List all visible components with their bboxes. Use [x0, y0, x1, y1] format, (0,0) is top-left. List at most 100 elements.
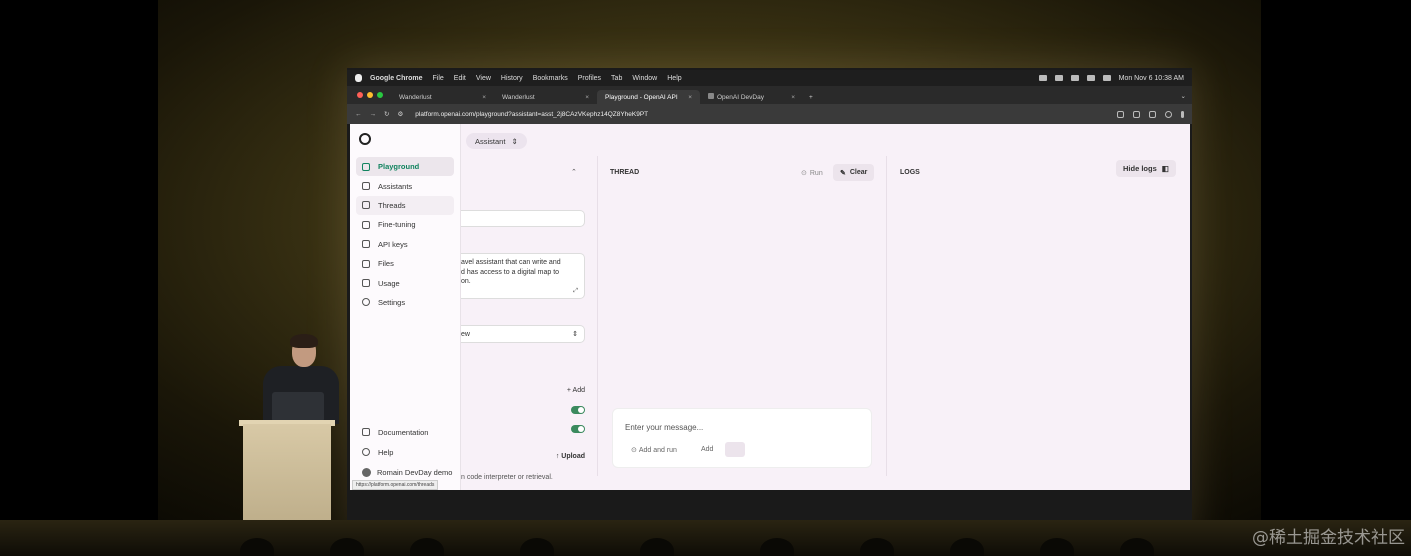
sidebar-item-label: Threads — [378, 200, 406, 210]
sidebar-item-label: Documentation — [378, 427, 429, 437]
sidebar-item-api-keys[interactable]: API keys — [356, 235, 454, 254]
url-field[interactable]: platform.openai.com/playground?assistant… — [415, 111, 648, 118]
audience-head — [640, 538, 674, 556]
apple-icon[interactable] — [355, 74, 362, 82]
add-and-run-button[interactable]: ⊙ Add and run — [631, 446, 677, 454]
menu-history[interactable]: History — [501, 75, 523, 82]
close-window-icon[interactable] — [357, 92, 363, 98]
link-status-url: https://platform.openai.com/threads — [352, 480, 439, 490]
play-icon: ⊙ — [631, 447, 639, 454]
forward-icon[interactable]: → — [370, 111, 377, 118]
menu-edit[interactable]: Edit — [454, 75, 466, 82]
brush-icon: ✎ — [840, 169, 846, 177]
control-center-icon[interactable] — [1102, 75, 1111, 81]
avatar-icon — [362, 467, 371, 477]
tab-close-icon[interactable]: × — [585, 94, 589, 101]
bookmark-star-icon[interactable] — [1133, 110, 1140, 118]
lock-icon — [362, 240, 370, 249]
add-button[interactable]: Add — [701, 446, 713, 453]
wifi-icon[interactable] — [1070, 75, 1079, 81]
tab-close-icon[interactable]: × — [688, 94, 692, 101]
address-bar: ← → ↻ ⚙ platform.openai.com/playground?a… — [347, 104, 1192, 124]
reload-icon[interactable]: ↻ — [384, 110, 389, 118]
sidebar-item-threads[interactable]: Threads — [356, 195, 454, 216]
tab-wanderlust-2[interactable]: Wanderlust × — [494, 90, 597, 104]
braces-icon[interactable] — [1054, 75, 1063, 81]
message-input[interactable]: Enter your message... — [625, 423, 703, 432]
sidebar-item-settings[interactable]: Settings — [356, 293, 454, 312]
clear-button[interactable]: ✎ Clear — [833, 164, 875, 181]
audience-head — [410, 538, 444, 556]
panel-divider — [886, 156, 887, 476]
openai-logo-icon[interactable] — [359, 133, 371, 145]
sidebar-item-label: Usage — [378, 278, 400, 288]
minimize-window-icon[interactable] — [367, 92, 373, 98]
hide-logs-button[interactable]: Hide logs ◧ — [1116, 160, 1176, 177]
sidebar-nav: Playground Assistants Threads Fine-tunin… — [356, 157, 454, 312]
book-icon — [362, 428, 370, 436]
audience-head — [760, 538, 794, 556]
menubar-clock[interactable]: Mon Nov 6 10:38 AM — [1119, 75, 1184, 82]
menu-tab[interactable]: Tab — [611, 75, 622, 82]
tab-wanderlust-1[interactable]: Wanderlust × — [391, 90, 494, 104]
sidepanel-icon[interactable] — [1149, 110, 1156, 118]
site-info-icon[interactable]: ⚙ — [397, 110, 403, 118]
sidebar-item-documentation[interactable]: Documentation — [356, 422, 456, 442]
more-menu-icon[interactable] — [1181, 110, 1184, 118]
expand-icon[interactable]: ⤢ — [573, 288, 578, 295]
zoom-window-icon[interactable] — [377, 92, 383, 98]
assistant-select-chevron-icon[interactable]: ⌃ — [571, 168, 577, 176]
model-select[interactable]: ew ⇕ — [461, 325, 585, 343]
audience-head — [860, 538, 894, 556]
clear-label: Clear — [849, 169, 868, 176]
audience-head — [330, 538, 364, 556]
menu-app[interactable]: Google Chrome — [370, 75, 423, 82]
tool-toggle-1[interactable] — [571, 406, 585, 414]
sidebar-item-playground[interactable]: Playground — [356, 157, 454, 177]
tool-toggle-2[interactable] — [571, 425, 585, 433]
sidebar-item-assistants[interactable]: Assistants — [356, 176, 454, 195]
menu-window[interactable]: Window — [632, 75, 657, 82]
audience-head — [1120, 538, 1154, 556]
search-icon[interactable] — [1086, 75, 1095, 81]
sidebar-item-usage[interactable]: Usage — [356, 273, 454, 292]
tab-close-icon[interactable]: × — [791, 94, 795, 101]
assistant-name-field[interactable] — [461, 210, 585, 227]
tab-close-icon[interactable]: × — [482, 94, 486, 101]
profile-icon[interactable] — [1165, 110, 1172, 118]
sidebar-item-fine-tuning[interactable]: Fine-tuning — [356, 215, 454, 234]
sidebar-item-label: Files — [378, 259, 394, 269]
tab-label: Wanderlust — [502, 93, 535, 101]
menu-bookmarks[interactable]: Bookmarks — [533, 75, 568, 82]
sidebar-item-account[interactable]: Romain DevDay demo — [356, 462, 456, 482]
terminal-icon — [362, 162, 370, 171]
sidebar-item-label: Help — [378, 447, 394, 457]
menu-profiles[interactable]: Profiles — [578, 75, 601, 82]
new-tab-icon[interactable]: + — [803, 94, 819, 104]
menu-view[interactable]: View — [476, 75, 491, 82]
tab-devday[interactable]: OpenAI DevDay × — [700, 90, 803, 104]
cloud-icon[interactable] — [1038, 75, 1047, 81]
tools-add-button[interactable]: + Add — [461, 383, 585, 397]
mode-select[interactable]: Assistant ⇕ — [466, 133, 527, 149]
audience-head — [950, 538, 984, 556]
attach-icon[interactable] — [725, 442, 745, 457]
sidebar-item-files[interactable]: Files — [356, 254, 454, 273]
sliders-icon — [362, 220, 370, 229]
tab-search-chevron-icon[interactable]: ⌄ — [1175, 92, 1192, 104]
sidebar-item-help[interactable]: Help — [356, 442, 456, 462]
mode-label: Assistant — [475, 136, 506, 146]
instructions-field[interactable]: avel assistant that can write and d has … — [461, 253, 585, 299]
tool-row-1 — [461, 403, 585, 417]
run-button[interactable]: ⊙ Run — [795, 165, 829, 181]
tab-playground[interactable]: Playground - OpenAI API × — [597, 90, 700, 104]
sidebar-item-label: Playground — [378, 162, 420, 172]
sidebar-item-label: Settings — [378, 297, 406, 307]
menu-help[interactable]: Help — [667, 75, 681, 82]
select-chevron-icon: ⇕ — [572, 331, 578, 338]
back-icon[interactable]: ← — [355, 111, 362, 118]
upload-button[interactable]: ↑ Upload — [461, 449, 585, 463]
menu-file[interactable]: File — [433, 75, 444, 82]
account-name: Romain DevDay demo — [377, 467, 453, 477]
zoom-icon[interactable] — [1117, 110, 1124, 118]
